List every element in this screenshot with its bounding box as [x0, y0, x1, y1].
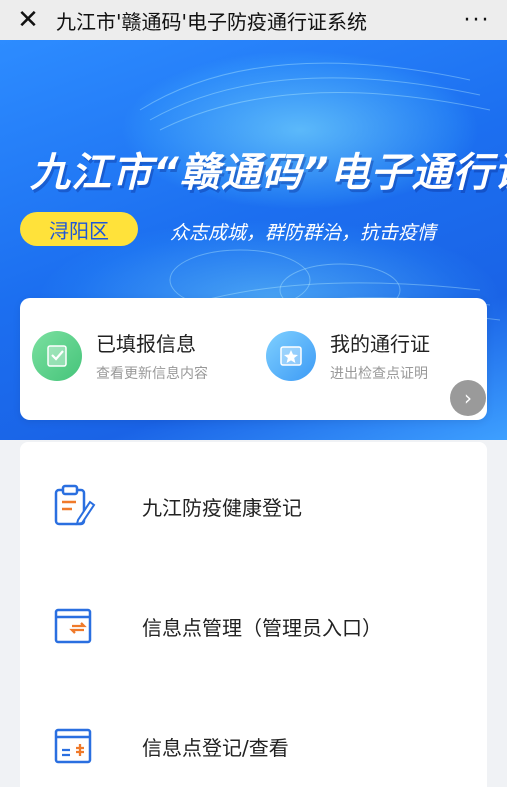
- menu-item-label: 信息点管理（管理员入口）: [142, 615, 382, 640]
- banner-title: 九江市“赣通码”电子通行证: [30, 150, 507, 196]
- my-pass-entry[interactable]: 我的通行证 进出检查点证明: [266, 328, 430, 383]
- card-exchange-icon: [54, 608, 92, 644]
- more-menu-icon[interactable]: ···: [447, 8, 507, 33]
- menu-item-health-registration[interactable]: 九江防疫健康登记: [20, 456, 487, 556]
- card-list-icon: [54, 728, 92, 764]
- menu-item-admin-entry[interactable]: 信息点管理（管理员入口）: [20, 576, 487, 676]
- banner-slogan: 众志成城，群防群治，抗击疫情: [170, 222, 437, 244]
- quick-entry-card: 已填报信息 查看更新信息内容 我的通行证 进出检查点证明 ›: [20, 298, 487, 420]
- filled-info-entry[interactable]: 已填报信息 查看更新信息内容: [32, 328, 208, 383]
- entry-title: 我的通行证: [330, 332, 430, 356]
- entry-subtitle: 查看更新信息内容: [96, 366, 208, 382]
- menu-item-point-registration[interactable]: 信息点登记/查看: [20, 696, 487, 787]
- close-icon[interactable]: ✕: [0, 0, 56, 40]
- top-bar: ✕ 九江市'赣通码'电子防疫通行证系统 ···: [0, 0, 507, 40]
- chevron-right-icon[interactable]: ›: [450, 380, 486, 416]
- entry-title: 已填报信息: [96, 332, 196, 356]
- menu-item-label: 信息点登记/查看: [142, 735, 289, 760]
- entry-subtitle: 进出检查点证明: [330, 366, 428, 382]
- clipboard-edit-icon: [54, 484, 96, 526]
- menu-item-label: 九江防疫健康登记: [142, 495, 302, 520]
- star-badge-icon: [266, 330, 316, 381]
- page-title: 九江市'赣通码'电子防疫通行证系统: [56, 9, 367, 34]
- checklist-icon: [32, 330, 82, 381]
- menu-list: 九江防疫健康登记 信息点管理（管理员入口） 信息点登记/查看: [20, 442, 487, 787]
- district-badge[interactable]: 浔阳区: [20, 212, 138, 246]
